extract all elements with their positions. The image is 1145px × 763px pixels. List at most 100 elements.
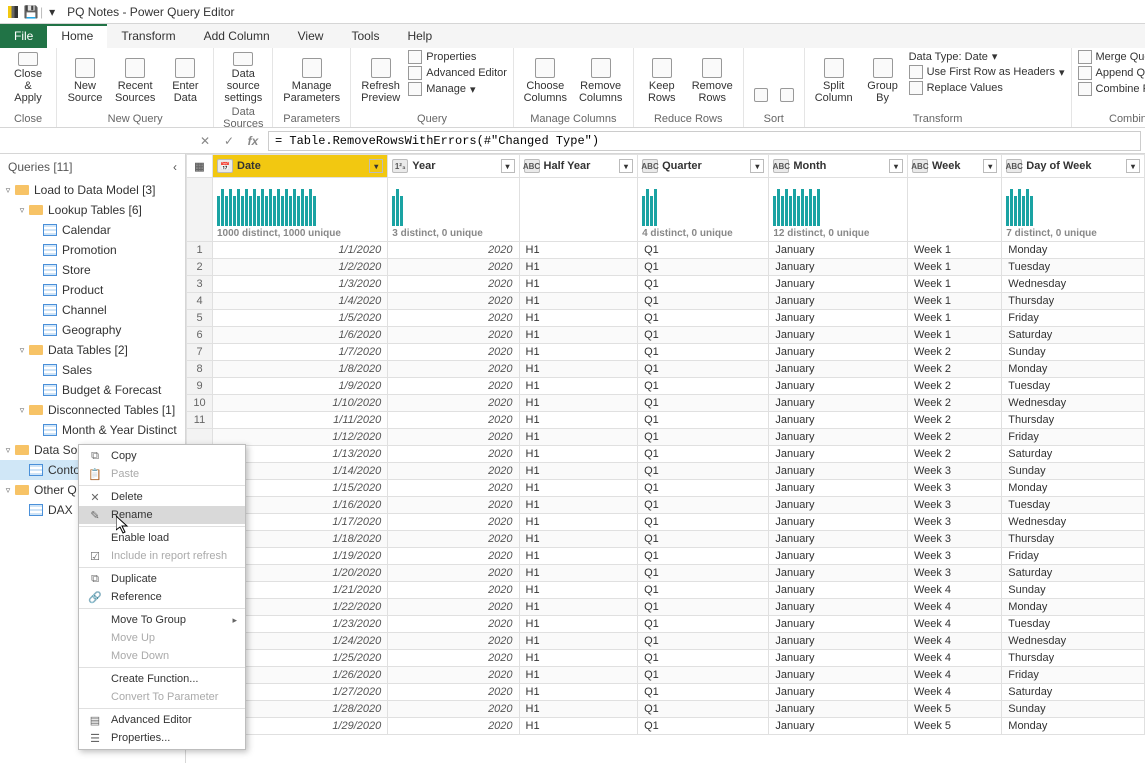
ctx-create-function[interactable]: Create Function... xyxy=(79,670,245,688)
tab-view[interactable]: View xyxy=(284,24,338,48)
column-header[interactable]: ABCHalf Year▾ xyxy=(519,155,638,178)
ctx-advanced-editor[interactable]: ▤Advanced Editor xyxy=(79,711,245,729)
datatype-icon[interactable]: ABC xyxy=(642,159,658,173)
refresh-preview-button[interactable]: Refresh Preview xyxy=(357,50,404,106)
save-icon[interactable]: 💾 xyxy=(24,5,38,19)
table-row[interactable]: 81/8/20202020H1Q1JanuaryWeek 2Monday xyxy=(187,361,1145,378)
cancel-formula-icon[interactable]: ✕ xyxy=(196,132,214,150)
ctx-reference[interactable]: 🔗Reference xyxy=(79,588,245,606)
formula-input[interactable] xyxy=(268,131,1141,151)
query-tree-item[interactable]: ▿Data Tables [2] xyxy=(0,340,185,360)
tab-tools[interactable]: Tools xyxy=(337,24,393,48)
table-row[interactable]: 1/19/20202020H1Q1JanuaryWeek 3Friday xyxy=(187,548,1145,565)
data-source-settings-button[interactable]: Data source settings xyxy=(220,50,266,106)
column-header[interactable]: ABCWeek▾ xyxy=(907,155,1001,178)
column-header[interactable]: 1²₃Year▾ xyxy=(388,155,519,178)
remove-columns-button[interactable]: Remove Columns xyxy=(575,50,627,106)
first-row-headers-button[interactable]: Use First Row as Headers ▾ xyxy=(909,65,1065,79)
keep-rows-button[interactable]: Keep Rows xyxy=(640,50,684,106)
table-row[interactable]: 1/18/20202020H1Q1JanuaryWeek 3Thursday xyxy=(187,531,1145,548)
customize-qat-icon[interactable]: ▾ xyxy=(45,5,59,19)
data-grid[interactable]: ▦📅Date▾1²₃Year▾ABCHalf Year▾ABCQuarter▾A… xyxy=(186,154,1145,763)
table-row[interactable]: 31/3/20202020H1Q1JanuaryWeek 1Wednesday xyxy=(187,276,1145,293)
table-row[interactable]: 1/17/20202020H1Q1JanuaryWeek 3Wednesday xyxy=(187,514,1145,531)
column-header[interactable]: ABCDay of Week▾ xyxy=(1002,155,1145,178)
table-row[interactable]: 1/25/20202020H1Q1JanuaryWeek 4Thursday xyxy=(187,650,1145,667)
table-row[interactable]: 21/2/20202020H1Q1JanuaryWeek 1Tuesday xyxy=(187,259,1145,276)
datatype-icon[interactable]: ABC xyxy=(912,159,928,173)
table-row[interactable]: 111/11/20202020H1Q1JanuaryWeek 2Thursday xyxy=(187,412,1145,429)
table-row[interactable]: 61/6/20202020H1Q1JanuaryWeek 1Saturday xyxy=(187,327,1145,344)
datatype-icon[interactable]: 📅 xyxy=(217,159,233,173)
tab-add-column[interactable]: Add Column xyxy=(190,24,284,48)
ctx-properties[interactable]: ☰Properties... xyxy=(79,729,245,747)
column-header[interactable]: 📅Date▾ xyxy=(213,155,388,178)
table-row[interactable]: 41/4/20202020H1Q1JanuaryWeek 1Thursday xyxy=(187,293,1145,310)
ctx-move-to-group[interactable]: Move To Group▸ xyxy=(79,611,245,629)
table-row[interactable]: 91/9/20202020H1Q1JanuaryWeek 2Tuesday xyxy=(187,378,1145,395)
manage-parameters-button[interactable]: Manage Parameters xyxy=(279,50,344,106)
tab-file[interactable]: File xyxy=(0,24,47,48)
datatype-icon[interactable]: ABC xyxy=(773,159,789,173)
table-row[interactable]: 1/27/20202020H1Q1JanuaryWeek 4Saturday xyxy=(187,684,1145,701)
query-tree-item[interactable]: Channel xyxy=(0,300,185,320)
ctx-duplicate[interactable]: ⧉Duplicate xyxy=(79,570,245,588)
column-header[interactable]: ABCQuarter▾ xyxy=(638,155,769,178)
data-type-dropdown[interactable]: Data Type: Date ▾ xyxy=(909,50,1065,63)
choose-columns-button[interactable]: Choose Columns xyxy=(520,50,571,106)
filter-dropdown-icon[interactable]: ▾ xyxy=(889,159,903,173)
table-row[interactable]: 1/16/20202020H1Q1JanuaryWeek 3Tuesday xyxy=(187,497,1145,514)
manage-button[interactable]: Manage ▾ xyxy=(408,82,507,96)
filter-dropdown-icon[interactable]: ▾ xyxy=(619,159,633,173)
table-row[interactable]: 71/7/20202020H1Q1JanuaryWeek 2Sunday xyxy=(187,344,1145,361)
query-tree-item[interactable]: Product xyxy=(0,280,185,300)
tab-home[interactable]: Home xyxy=(47,24,107,48)
query-tree-item[interactable]: Store xyxy=(0,260,185,280)
sort-desc-button[interactable] xyxy=(776,50,798,106)
query-tree-item[interactable]: ▿Disconnected Tables [1] xyxy=(0,400,185,420)
table-row[interactable]: 1/22/20202020H1Q1JanuaryWeek 4Monday xyxy=(187,599,1145,616)
table-row[interactable]: 1/15/20202020H1Q1JanuaryWeek 3Monday xyxy=(187,480,1145,497)
new-source-button[interactable]: New Source xyxy=(63,50,107,106)
collapse-panel-icon[interactable]: ‹ xyxy=(173,160,177,174)
ctx-rename[interactable]: ✎Rename xyxy=(79,506,245,524)
select-all-cell[interactable]: ▦ xyxy=(187,155,213,178)
replace-values-button[interactable]: Replace Values xyxy=(909,81,1065,95)
table-row[interactable]: 1/28/20202020H1Q1JanuaryWeek 5Sunday xyxy=(187,701,1145,718)
query-tree-item[interactable]: Promotion xyxy=(0,240,185,260)
column-header[interactable]: ABCMonth▾ xyxy=(769,155,908,178)
table-row[interactable]: 1/29/20202020H1Q1JanuaryWeek 5Monday xyxy=(187,718,1145,735)
remove-rows-button[interactable]: Remove Rows xyxy=(688,50,737,106)
ctx-enable-load[interactable]: Enable load xyxy=(79,529,245,547)
table-row[interactable]: 11/1/20202020H1Q1JanuaryWeek 1Monday xyxy=(187,242,1145,259)
append-queries-button[interactable]: Append Queries ▾ xyxy=(1078,66,1145,80)
filter-dropdown-icon[interactable]: ▾ xyxy=(983,159,997,173)
tab-help[interactable]: Help xyxy=(393,24,446,48)
fx-icon[interactable]: fx xyxy=(244,132,262,150)
query-tree-item[interactable]: Geography xyxy=(0,320,185,340)
properties-button[interactable]: Properties xyxy=(408,50,507,64)
table-row[interactable]: 101/10/20202020H1Q1JanuaryWeek 2Wednesda… xyxy=(187,395,1145,412)
filter-dropdown-icon[interactable]: ▾ xyxy=(750,159,764,173)
table-row[interactable]: 1/13/20202020H1Q1JanuaryWeek 2Saturday xyxy=(187,446,1145,463)
datatype-icon[interactable]: 1²₃ xyxy=(392,159,408,173)
query-tree-item[interactable]: Sales xyxy=(0,360,185,380)
query-tree-item[interactable]: Month & Year Distinct xyxy=(0,420,185,440)
filter-dropdown-icon[interactable]: ▾ xyxy=(369,159,383,173)
advanced-editor-button[interactable]: Advanced Editor xyxy=(408,66,507,80)
table-row[interactable]: 1/26/20202020H1Q1JanuaryWeek 4Friday xyxy=(187,667,1145,684)
query-tree-item[interactable]: Budget & Forecast xyxy=(0,380,185,400)
query-tree-item[interactable]: ▿Lookup Tables [6] xyxy=(0,200,185,220)
recent-sources-button[interactable]: Recent Sources xyxy=(111,50,159,106)
table-row[interactable]: 1/23/20202020H1Q1JanuaryWeek 4Tuesday xyxy=(187,616,1145,633)
table-row[interactable]: 1/14/20202020H1Q1JanuaryWeek 3Sunday xyxy=(187,463,1145,480)
ctx-delete[interactable]: ✕Delete xyxy=(79,488,245,506)
query-tree-item[interactable]: ▿Load to Data Model [3] xyxy=(0,180,185,200)
table-row[interactable]: 1/24/20202020H1Q1JanuaryWeek 4Wednesday xyxy=(187,633,1145,650)
filter-dropdown-icon[interactable]: ▾ xyxy=(501,159,515,173)
filter-dropdown-icon[interactable]: ▾ xyxy=(1126,159,1140,173)
table-row[interactable]: 51/5/20202020H1Q1JanuaryWeek 1Friday xyxy=(187,310,1145,327)
table-row[interactable]: 1/21/20202020H1Q1JanuaryWeek 4Sunday xyxy=(187,582,1145,599)
close-apply-button[interactable]: Close & Apply xyxy=(6,50,50,106)
table-row[interactable]: 1/12/20202020H1Q1JanuaryWeek 2Friday xyxy=(187,429,1145,446)
